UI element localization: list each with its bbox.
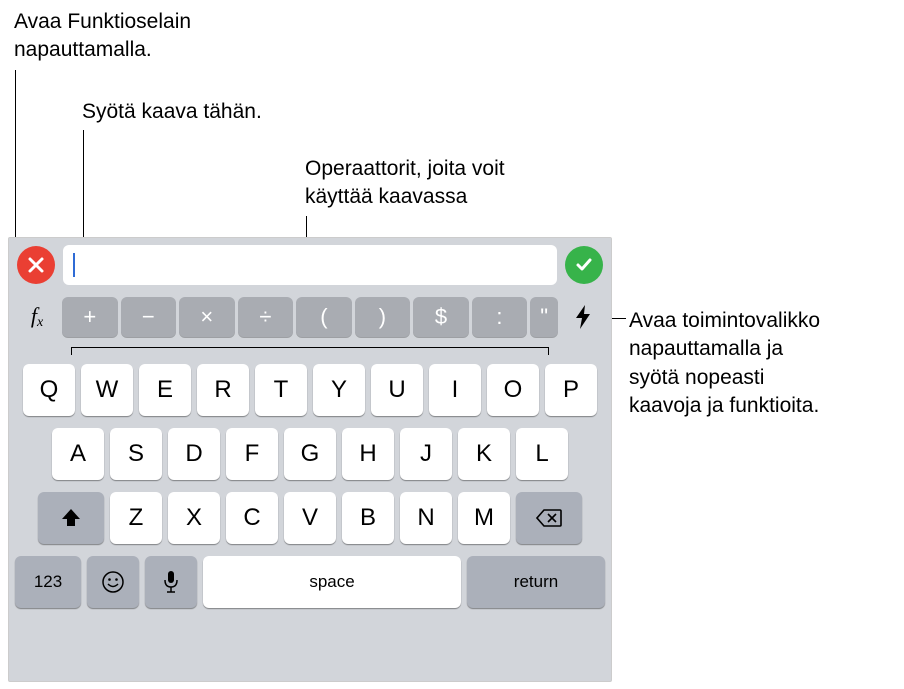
op-paren-open[interactable]: ( (296, 297, 352, 337)
backspace-icon (536, 508, 562, 528)
fx-button[interactable]: fx (15, 297, 59, 337)
key-u[interactable]: U (371, 364, 423, 416)
key-w[interactable]: W (81, 364, 133, 416)
key-m[interactable]: M (458, 492, 510, 544)
callout-formula: Syötä kaava tähän. (82, 98, 262, 126)
key-f[interactable]: F (226, 428, 278, 480)
op-multiply[interactable]: × (179, 297, 235, 337)
formula-input[interactable] (63, 245, 557, 285)
key-q[interactable]: Q (23, 364, 75, 416)
key-r[interactable]: R (197, 364, 249, 416)
return-key[interactable]: return (467, 556, 605, 608)
key-c[interactable]: C (226, 492, 278, 544)
text-cursor (73, 253, 75, 277)
key-a[interactable]: A (52, 428, 104, 480)
kb-row-1: Q W E R T Y U I O P (13, 364, 607, 416)
quick-formula-button[interactable] (561, 297, 605, 337)
delete-key[interactable] (516, 492, 582, 544)
accept-button[interactable] (565, 246, 603, 284)
check-icon (574, 255, 594, 275)
kb-row-bottom: 123 space return (13, 556, 607, 608)
kb-row-2: A S D F G H J K L (13, 428, 607, 480)
numeric-key[interactable]: 123 (15, 556, 81, 608)
shift-icon (60, 507, 82, 529)
op-dollar[interactable]: $ (413, 297, 469, 337)
lightning-icon (573, 304, 593, 330)
key-x[interactable]: X (168, 492, 220, 544)
operator-row: fx + − × ÷ ( ) $ : " (9, 292, 611, 342)
space-key[interactable]: space (203, 556, 461, 608)
formula-bar (9, 238, 611, 292)
emoji-key[interactable] (87, 556, 139, 608)
key-g[interactable]: G (284, 428, 336, 480)
key-e[interactable]: E (139, 364, 191, 416)
callout-operators: Operaattorit, joita voit käyttää kaavass… (305, 155, 505, 212)
key-v[interactable]: V (284, 492, 336, 544)
key-b[interactable]: B (342, 492, 394, 544)
op-plus[interactable]: + (62, 297, 118, 337)
key-h[interactable]: H (342, 428, 394, 480)
op-colon[interactable]: : (472, 297, 528, 337)
keyboard-screenshot: fx + − × ÷ ( ) $ : " Q W E R T Y U I O (8, 237, 612, 682)
key-p[interactable]: P (545, 364, 597, 416)
shift-key[interactable] (38, 492, 104, 544)
key-s[interactable]: S (110, 428, 162, 480)
op-minus[interactable]: − (121, 297, 177, 337)
op-paren-close[interactable]: ) (355, 297, 411, 337)
mic-icon (163, 570, 179, 594)
cancel-button[interactable] (17, 246, 55, 284)
kb-row-3: Z X C V B N M (13, 492, 607, 544)
callout-quick: Avaa toimintovalikko napauttamalla ja sy… (629, 307, 820, 420)
key-l[interactable]: L (516, 428, 568, 480)
op-quote[interactable]: " (530, 297, 558, 337)
key-j[interactable]: J (400, 428, 452, 480)
alpha-keyboard: Q W E R T Y U I O P A S D F G H J K L (9, 342, 611, 614)
key-z[interactable]: Z (110, 492, 162, 544)
key-o[interactable]: O (487, 364, 539, 416)
dictation-key[interactable] (145, 556, 197, 608)
key-i[interactable]: I (429, 364, 481, 416)
key-k[interactable]: K (458, 428, 510, 480)
key-d[interactable]: D (168, 428, 220, 480)
key-n[interactable]: N (400, 492, 452, 544)
callout-fx: Avaa Funktioselain napauttamalla. (14, 8, 191, 65)
close-icon (27, 256, 45, 274)
key-y[interactable]: Y (313, 364, 365, 416)
emoji-icon (101, 570, 125, 594)
op-divide[interactable]: ÷ (238, 297, 294, 337)
key-t[interactable]: T (255, 364, 307, 416)
fx-label: fx (31, 303, 43, 331)
